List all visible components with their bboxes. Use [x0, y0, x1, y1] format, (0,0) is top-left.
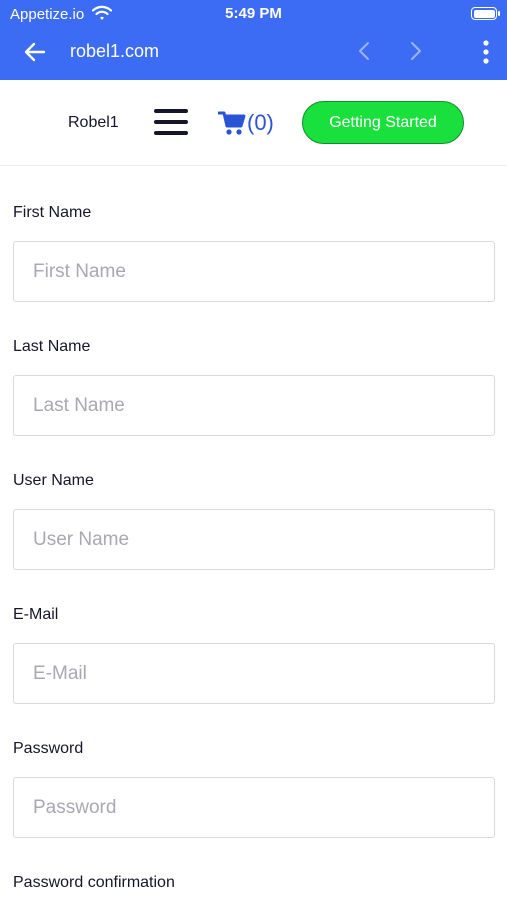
- status-time: 5:49 PM: [225, 5, 282, 22]
- user-name-input[interactable]: [13, 509, 495, 570]
- password-confirmation-group: Password confirmation: [13, 874, 495, 894]
- last-name-group: Last Name: [13, 338, 495, 436]
- menu-bar: [154, 109, 188, 113]
- chevron-right-icon[interactable]: [404, 40, 426, 62]
- site-header: Robel1 (0) Getting Started: [0, 80, 507, 166]
- last-name-input[interactable]: [13, 375, 495, 436]
- battery-icon: [471, 7, 500, 20]
- first-name-label: First Name: [13, 204, 92, 221]
- first-name-group: First Name: [13, 204, 495, 302]
- password-group: Password: [13, 740, 495, 838]
- user-name-group: User Name: [13, 472, 495, 570]
- status-bar: Appetize.io 5:49 PM: [0, 0, 507, 28]
- browser-top-bar: Appetize.io 5:49 PM robel1.com: [0, 0, 507, 80]
- email-input[interactable]: [13, 643, 495, 704]
- browser-nav-row: robel1.com: [0, 28, 507, 76]
- site-brand[interactable]: Robel1: [68, 114, 119, 132]
- first-name-input[interactable]: [13, 241, 495, 302]
- menu-bar: [154, 131, 188, 135]
- menu-icon[interactable]: [154, 109, 188, 135]
- password-input[interactable]: [13, 777, 495, 838]
- user-name-label: User Name: [13, 472, 94, 489]
- chevron-left-icon[interactable]: [354, 40, 376, 62]
- email-group: E-Mail: [13, 606, 495, 704]
- more-vertical-icon[interactable]: [476, 39, 496, 65]
- getting-started-button[interactable]: Getting Started: [302, 101, 464, 144]
- cart-count: (0): [247, 110, 274, 135]
- cart-button[interactable]: (0): [218, 108, 274, 138]
- password-confirmation-label: Password confirmation: [13, 874, 175, 891]
- menu-bar: [154, 120, 188, 124]
- back-arrow-icon[interactable]: [22, 39, 48, 65]
- url-label[interactable]: robel1.com: [70, 41, 159, 62]
- last-name-label: Last Name: [13, 338, 91, 355]
- email-label: E-Mail: [13, 606, 59, 623]
- password-label: Password: [13, 740, 84, 757]
- cart-icon: [218, 111, 246, 135]
